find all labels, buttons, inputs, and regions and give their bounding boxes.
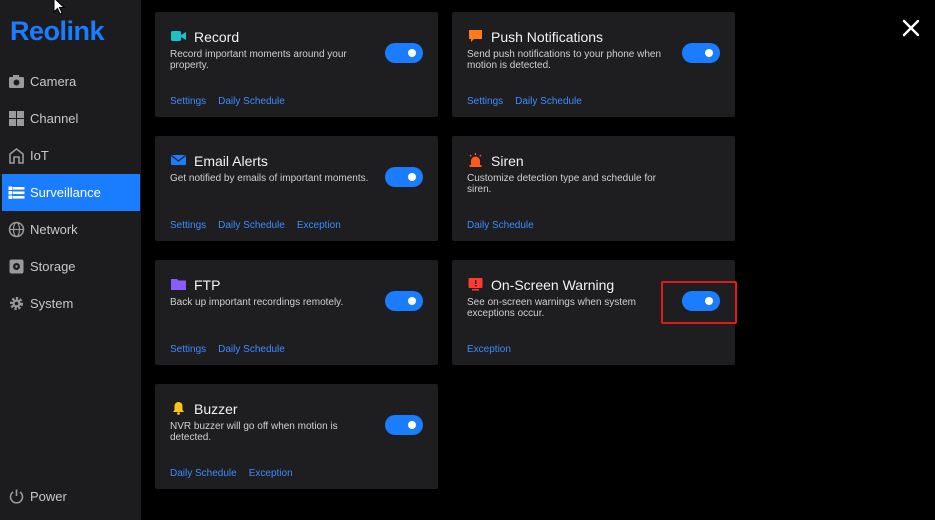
sidebar-item-network[interactable]: Network (2, 211, 140, 248)
sidebar-item-label: Network (30, 222, 78, 237)
storage-icon (9, 259, 24, 274)
gear-icon (10, 297, 23, 310)
daily-schedule-link[interactable]: Daily Schedule (515, 96, 582, 107)
folder-icon (171, 279, 186, 290)
daily-schedule-link[interactable]: Daily Schedule (218, 96, 285, 107)
sidebar-item-channel[interactable]: Channel (2, 100, 140, 137)
settings-link[interactable]: Settings (170, 344, 206, 355)
record-card: Record Record important moments around y… (155, 12, 438, 117)
sidebar-item-label: IoT (30, 148, 49, 163)
card-title: Buzzer (194, 401, 238, 417)
toggle-knob (408, 173, 416, 181)
sidebar-item-system[interactable]: System (2, 285, 140, 322)
record-toggle[interactable] (385, 43, 423, 63)
card-title: Email Alerts (194, 153, 268, 169)
email-alerts-toggle[interactable] (385, 167, 423, 187)
settings-link[interactable]: Settings (170, 220, 206, 231)
power-icon (9, 489, 24, 504)
siren-card: Siren Customize detection type and sched… (452, 136, 735, 241)
card-description: Record important moments around your pro… (170, 49, 347, 71)
card-description: Back up important recordings remotely. (170, 297, 344, 308)
push-notifications-card: Push Notifications Send push notificatio… (452, 12, 735, 117)
siren-icon (469, 153, 482, 167)
highlight-box (661, 281, 737, 324)
globe-icon (8, 221, 25, 238)
daily-schedule-link[interactable]: Daily Schedule (467, 220, 534, 231)
reolink-logo: Reolink (10, 16, 105, 46)
ftp-toggle[interactable] (385, 291, 423, 311)
card-title: Siren (491, 153, 524, 169)
card-description: NVR buzzer will go off when motion is de… (170, 421, 338, 443)
warning-screen-icon (468, 278, 483, 291)
sidebar-item-label: System (30, 296, 74, 311)
power-button[interactable]: Power (2, 478, 140, 515)
ftp-card: FTP Back up important recordings remotel… (155, 260, 438, 365)
exception-link[interactable]: Exception (297, 220, 341, 231)
daily-schedule-link[interactable]: Daily Schedule (218, 220, 285, 231)
daily-schedule-link[interactable]: Daily Schedule (170, 468, 237, 479)
card-title: Record (194, 29, 240, 45)
card-description: See on-screen warnings when system excep… (467, 297, 636, 319)
mouse-cursor-icon (53, 0, 66, 15)
toggle-knob (408, 297, 416, 305)
exception-link[interactable]: Exception (249, 468, 293, 479)
chat-icon (469, 30, 482, 42)
push-notifications-toggle[interactable] (682, 43, 720, 63)
sidebar-item-camera[interactable]: Camera (2, 63, 140, 100)
card-title: Push Notifications (491, 29, 604, 45)
video-icon (171, 31, 186, 41)
close-icon[interactable] (901, 18, 921, 38)
sidebar-item-iot[interactable]: IoT (2, 137, 140, 174)
settings-link[interactable]: Settings (170, 96, 206, 107)
sidebar-item-label: Surveillance (30, 185, 101, 200)
channel-icon (9, 111, 24, 126)
power-label: Power (30, 489, 67, 504)
exception-link[interactable]: Exception (467, 344, 511, 355)
sidebar-item-label: Channel (30, 111, 79, 126)
list-icon (8, 186, 25, 199)
bell-icon (173, 402, 184, 415)
email-alerts-card: Email Alerts Get notified by emails of i… (155, 136, 438, 241)
sidebar: Reolink Camera Channel IoT Surveillance … (0, 0, 141, 520)
camera-icon (9, 75, 24, 88)
settings-link[interactable]: Settings (467, 96, 503, 107)
iot-icon (9, 147, 24, 164)
card-description: Send push notifications to your phone wh… (467, 49, 662, 71)
card-description: Get notified by emails of important mome… (170, 173, 369, 184)
sidebar-item-label: Storage (30, 259, 76, 274)
toggle-knob (705, 49, 713, 57)
card-title: FTP (194, 277, 221, 293)
daily-schedule-link[interactable]: Daily Schedule (218, 344, 285, 355)
card-description: Customize detection type and schedule fo… (467, 173, 656, 195)
sidebar-item-storage[interactable]: Storage (2, 248, 140, 285)
sidebar-item-surveillance[interactable]: Surveillance (2, 174, 140, 211)
sidebar-item-label: Camera (30, 74, 77, 89)
buzzer-toggle[interactable] (385, 415, 423, 435)
mail-icon (171, 155, 186, 165)
buzzer-card: Buzzer NVR buzzer will go off when motio… (155, 384, 438, 489)
card-title: On-Screen Warning (491, 277, 615, 293)
toggle-knob (408, 421, 416, 429)
toggle-knob (408, 49, 416, 57)
